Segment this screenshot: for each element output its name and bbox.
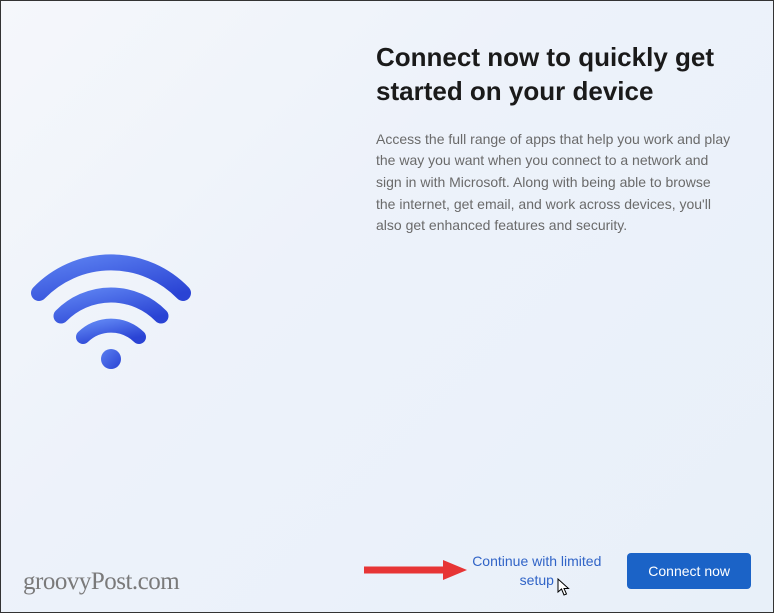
wifi-icon: [31, 251, 191, 371]
page-title: Connect now to quickly get started on yo…: [376, 41, 733, 109]
continue-limited-setup-link[interactable]: Continue with limited setup: [464, 552, 609, 590]
arrow-annotation-icon: [361, 558, 467, 582]
action-buttons: Continue with limited setup Connect now: [464, 552, 751, 590]
footer-area: groovyPost.com Continue with limited set…: [1, 522, 773, 612]
page-description: Access the full range of apps that help …: [376, 129, 733, 237]
left-illustration-panel: [1, 1, 376, 612]
setup-window: Connect now to quickly get started on yo…: [0, 0, 774, 613]
connect-now-button[interactable]: Connect now: [627, 553, 751, 589]
right-text-panel: Connect now to quickly get started on yo…: [376, 1, 773, 612]
content-area: Connect now to quickly get started on yo…: [1, 1, 773, 612]
watermark-text: groovyPost.com: [23, 568, 179, 596]
